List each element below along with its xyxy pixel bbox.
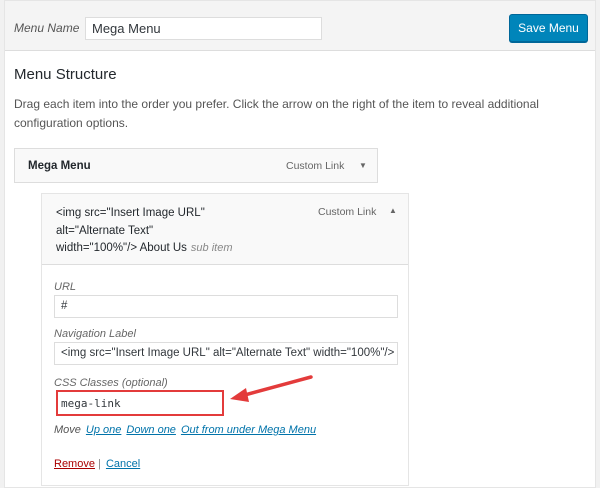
css-classes-input[interactable]: mega-link: [56, 390, 224, 416]
menu-name-label: Menu Name: [14, 21, 80, 35]
sub-item-header[interactable]: <img src="Insert Image URL" alt="Alterna…: [42, 194, 408, 265]
url-input[interactable]: #: [54, 295, 398, 318]
sub-item-label: sub item: [190, 242, 233, 254]
move-down-link[interactable]: Down one: [126, 424, 176, 436]
red-arrow-annotation: [230, 375, 313, 402]
move-links: Move Up one Down one Out from under Mega Me…: [54, 424, 316, 436]
menu-name-input[interactable]: Mega Menu: [85, 17, 322, 40]
page-title: Menu Structure: [14, 66, 117, 83]
menu-editor: Menu Name Mega Menu Save Menu Menu Struc…: [4, 0, 596, 488]
move-up-link[interactable]: Up one: [86, 424, 121, 436]
title-line: <img src="Insert Image URL": [56, 207, 205, 219]
move-out-link[interactable]: Out from under Mega Menu: [181, 424, 316, 436]
cancel-link[interactable]: Cancel: [106, 458, 140, 470]
nav-label-input[interactable]: <img src="Insert Image URL" alt="Alterna…: [54, 342, 398, 365]
separator: |: [98, 458, 101, 470]
chevron-up-icon[interactable]: ▲: [389, 206, 397, 215]
menu-item-mega-menu[interactable]: Mega Menu Custom Link ▼: [14, 148, 378, 183]
menu-item-about-us: <img src="Insert Image URL" alt="Alterna…: [41, 193, 409, 486]
title-line: width="100%"/> About Us: [56, 242, 187, 254]
chevron-down-icon[interactable]: ▼: [359, 161, 367, 170]
sub-item-title: <img src="Insert Image URL" alt="Alterna…: [56, 205, 296, 258]
remove-link[interactable]: Remove: [54, 458, 95, 470]
title-line: alt="Alternate Text": [56, 224, 154, 237]
menu-header: Menu Name Mega Menu Save Menu: [5, 1, 595, 51]
move-label: Move: [54, 424, 81, 436]
url-label: URL: [54, 281, 77, 293]
menu-item-type: Custom Link: [286, 160, 345, 172]
menu-item-type: Custom Link: [318, 206, 377, 218]
nav-label-label: Navigation Label: [54, 328, 136, 340]
item-actions: Remove | Cancel: [54, 458, 140, 470]
save-menu-button[interactable]: Save Menu: [509, 14, 588, 42]
css-classes-label: CSS Classes (optional): [54, 377, 168, 389]
menu-item-title: Mega Menu: [28, 160, 91, 172]
structure-description: Drag each item into the order you prefer…: [14, 97, 539, 130]
